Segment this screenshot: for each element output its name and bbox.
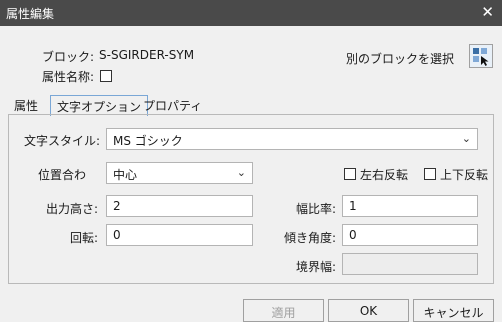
text-style-label: 文字スタイル: [24,134,101,148]
chevron-down-icon: ⌄ [236,166,246,179]
pick-block-button[interactable] [469,44,493,68]
justify-label: 位置合わ [38,168,87,182]
mirror-lr-checkbox[interactable] [344,168,356,180]
width-factor-label: 幅比率: [295,202,336,216]
mirror-lr-label: 左右反転 [360,168,409,182]
height-label: 出力高さ: [45,202,98,216]
block-label: ブロック: [41,50,94,64]
text-style-value: MS ゴシック [113,134,183,148]
width-factor-value: 1 [349,199,357,213]
tab-attributes[interactable]: 属性 [8,95,44,115]
title-bar: 属性編集 ✕ [0,0,502,26]
apply-button[interactable]: 適用 [243,299,324,322]
cancel-button[interactable]: キャンセル [413,299,494,322]
boundary-width-input [342,253,478,275]
chevron-down-icon: ⌄ [461,132,471,145]
pick-block-icon [473,48,489,66]
oblique-value: 0 [349,228,357,242]
justify-value: 中心 [113,168,138,182]
text-style-select[interactable]: MS ゴシック ⌄ [106,128,478,150]
tab-properties[interactable]: プロパティ [137,95,208,115]
oblique-label: 傾き角度: [283,231,336,245]
tab-text-options[interactable]: 文字オプション [50,95,149,116]
height-input[interactable]: 2 [106,195,253,217]
close-icon[interactable]: ✕ [481,3,494,21]
oblique-input[interactable]: 0 [342,224,478,246]
mirror-ud-label: 上下反転 [440,168,489,182]
block-value: S-SGIRDER-SYM [99,48,195,62]
width-factor-input[interactable]: 1 [342,195,478,217]
rotation-label: 回転: [69,231,98,245]
attr-name-label: 属性名称: [41,70,94,84]
rotation-input[interactable]: 0 [106,224,253,246]
rotation-value: 0 [113,228,121,242]
select-block-label: 別のブロックを選択 [346,52,455,66]
justify-select[interactable]: 中心 ⌄ [106,162,253,184]
ok-button[interactable]: OK [328,299,409,322]
height-value: 2 [113,199,121,213]
boundary-width-label: 境界幅: [295,260,336,274]
attr-name-checkbox[interactable] [100,70,112,82]
window-title: 属性編集 [6,7,55,21]
mirror-ud-checkbox[interactable] [424,168,436,180]
